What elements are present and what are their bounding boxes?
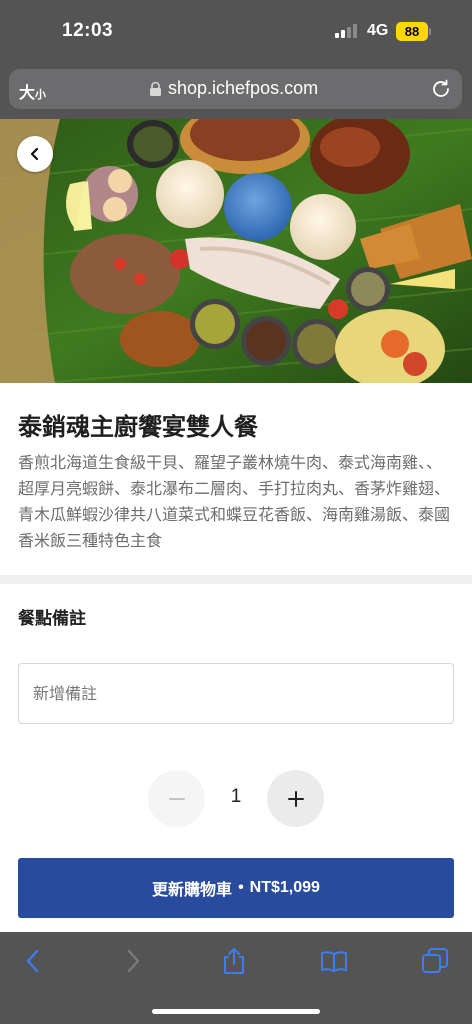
food-platter-image xyxy=(0,119,472,383)
product-description: 香煎北海道生食級干貝、羅望子叢林燒牛肉、泰式海南雞、、超厚月亮蝦餅、泰北瀑布二層… xyxy=(18,453,451,550)
product-title: 泰銷魂主廚饗宴雙人餐 xyxy=(18,413,258,441)
decrease-quantity-button[interactable] xyxy=(148,770,205,827)
lock-icon xyxy=(150,81,161,96)
tabs-icon[interactable] xyxy=(420,946,450,976)
product-page: 泰銷魂主廚饗宴雙人餐 香煎北海道生食級干貝、羅望子叢林燒牛肉、泰式海南雞、、超厚… xyxy=(0,119,472,932)
text-size-button[interactable]: 大小 xyxy=(19,79,46,103)
update-cart-button[interactable]: 更新購物車 • NT$1,099 xyxy=(18,858,454,918)
url-text: shop.ichefpos.com xyxy=(168,78,319,98)
share-icon[interactable] xyxy=(219,946,249,976)
back-icon[interactable] xyxy=(18,946,48,976)
reload-icon[interactable] xyxy=(430,78,452,100)
quantity-value: 1 xyxy=(230,786,242,807)
minus-icon xyxy=(168,797,185,800)
battery-tip xyxy=(429,28,431,35)
section-divider xyxy=(0,575,472,584)
cta-separator: • xyxy=(238,879,244,896)
status-time: 12:03 xyxy=(62,20,114,41)
plus-icon xyxy=(287,790,304,807)
url-display[interactable]: shop.ichefpos.com xyxy=(149,78,318,99)
product-image xyxy=(0,119,472,383)
cta-label: 更新購物車 xyxy=(152,882,233,899)
battery-icon: 88 xyxy=(396,22,428,41)
forward-icon[interactable] xyxy=(118,946,148,976)
address-bar[interactable]: 大小 shop.ichefpos.com xyxy=(9,69,462,109)
home-indicator xyxy=(152,1009,320,1014)
network-type: 4G xyxy=(367,22,389,39)
signal-icon xyxy=(335,24,359,38)
status-bar: 12:03 4G 88 xyxy=(0,0,472,62)
back-chevron-icon xyxy=(30,147,39,161)
cta-price: NT$1,099 xyxy=(249,879,320,896)
note-input[interactable] xyxy=(18,663,454,724)
bookmarks-icon[interactable] xyxy=(319,946,349,976)
note-label: 餐點備註 xyxy=(18,609,86,629)
back-button[interactable] xyxy=(17,136,53,172)
increase-quantity-button[interactable] xyxy=(267,770,324,827)
